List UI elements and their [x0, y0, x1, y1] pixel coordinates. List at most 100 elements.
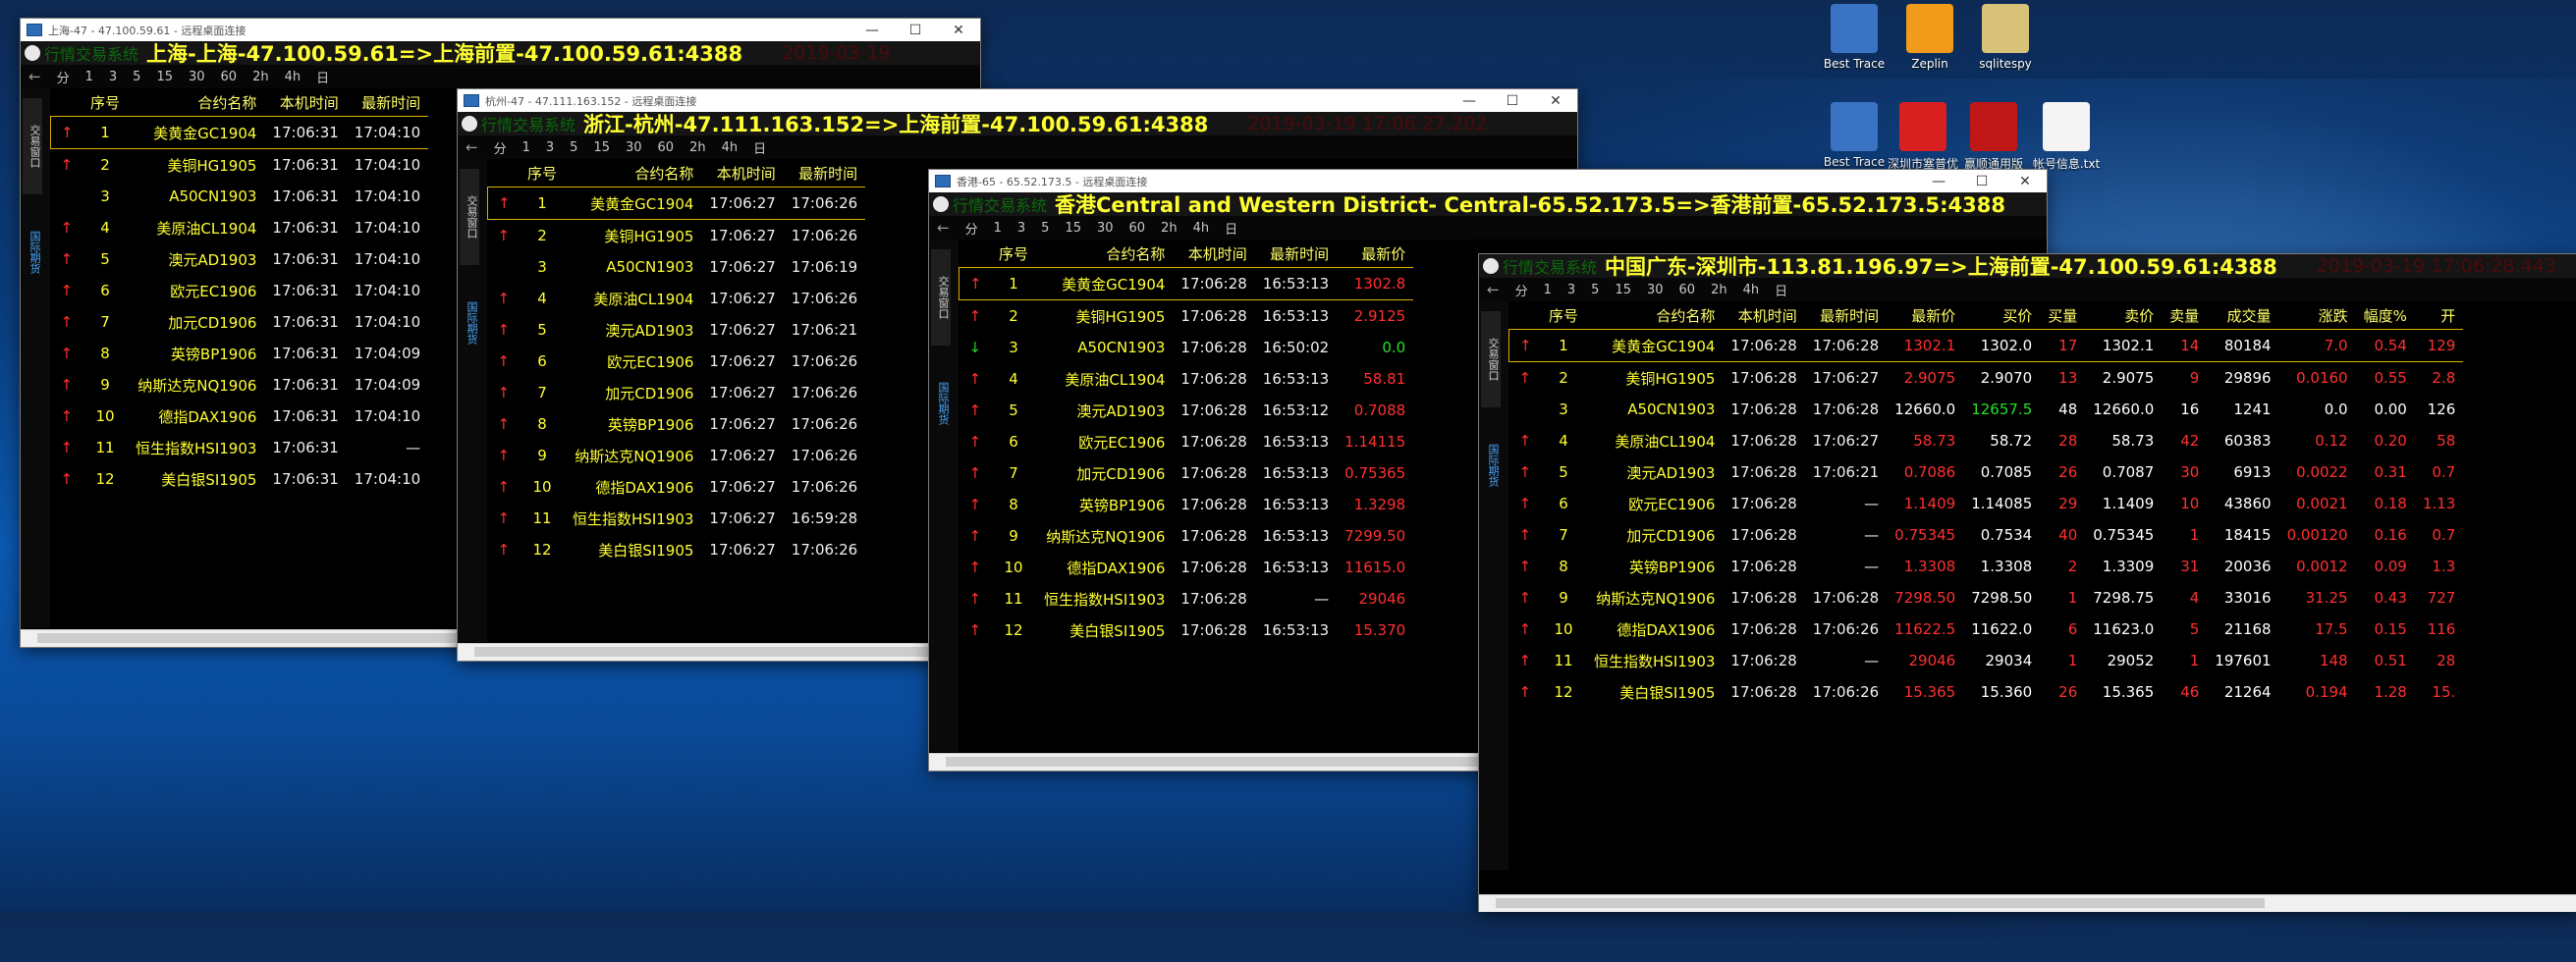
desktop-icon[interactable]: Best Trace — [1815, 102, 1893, 169]
window-titlebar[interactable]: 上海-47 - 47.100.59.61 - 远程桌面连接 — ☐ ✕ — [21, 19, 980, 41]
column-header[interactable]: 最新价 — [1337, 240, 1413, 268]
column-header[interactable]: 卖量 — [2162, 301, 2207, 330]
timeframe-button[interactable]: 15 — [1065, 221, 1081, 236]
back-arrow-icon[interactable]: ← — [1487, 281, 1500, 298]
timeframe-button[interactable]: 60 — [1129, 221, 1146, 236]
column-header[interactable]: 合约名称 — [1036, 240, 1173, 268]
minimize-button[interactable]: — — [1448, 93, 1491, 109]
timeframe-button[interactable]: 日 — [753, 138, 766, 157]
table-row[interactable]: ↑ 12 美白银SI1905 17:06:31 17:04:10 — [51, 463, 429, 495]
maximize-button[interactable]: ☐ — [894, 23, 937, 38]
timeframe-button[interactable]: 4h — [722, 140, 739, 155]
table-row[interactable]: ↑ 5 澳元AD1903 17:06:27 17:06:21 — [488, 314, 866, 346]
timeframe-button[interactable]: 30 — [1647, 283, 1664, 297]
column-header[interactable]: 本机时间 — [701, 159, 783, 187]
timeframe-button[interactable]: 日 — [1775, 281, 1787, 299]
table-row[interactable]: ↑ 5 澳元AD1903 17:06:28 16:53:12 0.7088 — [959, 395, 1414, 426]
rdp-window-shenzhen[interactable]: 行情交易系统 中国广东-深圳市-113.81.196.97=>上海前置-47.10… — [1478, 253, 2576, 912]
timeframe-button[interactable]: 60 — [221, 70, 238, 84]
tab-intl-futures[interactable]: 国际期货 — [1481, 427, 1501, 504]
table-row[interactable]: ↑ 11 恒生指数HSI1903 17:06:28 — 29046 29034 1 29052 1… — [1509, 645, 2464, 676]
table-row[interactable]: ↑ 8 英镑BP1906 17:06:28 16:53:13 1.3298 — [959, 489, 1414, 520]
desktop-icon[interactable]: 帐号信息.txt — [2027, 102, 2106, 172]
tab-intl-futures[interactable]: 国际期货 — [23, 214, 42, 291]
table-row[interactable]: ↑ 6 欧元EC1906 17:06:28 16:53:13 1.14115 — [959, 426, 1414, 457]
column-header[interactable]: 本机时间 — [1723, 301, 1804, 330]
timeframe-button[interactable]: 60 — [1679, 283, 1696, 297]
timeframe-button[interactable]: 60 — [658, 140, 675, 155]
timeframe-button[interactable]: 3 — [109, 70, 117, 84]
table-row[interactable]: ↑ 8 英镑BP1906 17:06:28 — 1.3308 1.3308 2 1.3309 31… — [1509, 551, 2464, 582]
column-header[interactable]: 本机时间 — [1173, 240, 1254, 268]
table-row[interactable]: ↑ 8 英镑BP1906 17:06:27 17:06:26 — [488, 408, 866, 440]
table-row[interactable]: ↑ 1 美黄金GC1904 17:06:27 17:06:26 — [487, 187, 866, 220]
table-row[interactable]: ↑ 6 欧元EC1906 17:06:31 17:04:10 — [51, 275, 429, 306]
table-row[interactable]: ↑ 5 澳元AD1903 17:06:31 17:04:10 — [51, 243, 429, 275]
column-header[interactable]: 序号 — [82, 88, 128, 117]
table-row[interactable]: ↑ 1 美黄金GC1904 17:06:28 16:53:13 1302.8 — [959, 267, 1414, 300]
tab-trade-window[interactable]: 交易窗口 — [931, 249, 951, 346]
table-row[interactable]: 3 A50CN1903 17:06:28 17:06:28 12660.0 12657.5… — [1509, 394, 2464, 425]
table-row[interactable]: ↑ 10 德指DAX1906 17:06:28 17:06:26 11622.5 11622… — [1509, 614, 2464, 645]
table-row[interactable]: ↑ 5 澳元AD1903 17:06:28 17:06:21 0.7086 0.7085 26… — [1509, 456, 2464, 488]
column-header[interactable]: 最新时间 — [1255, 240, 1337, 268]
back-arrow-icon[interactable]: ← — [937, 219, 950, 237]
column-header[interactable]: 买价 — [1963, 301, 2040, 330]
timeframe-button[interactable]: 2h — [1161, 221, 1178, 236]
column-header[interactable]: 最新时间 — [1805, 301, 1887, 330]
column-header[interactable]: 最新时间 — [784, 159, 865, 187]
column-header[interactable]: 序号 — [991, 240, 1036, 268]
desktop-icon[interactable]: Zeplin — [1891, 4, 1969, 71]
table-row[interactable]: ↑ 9 纳斯达克NQ1906 17:06:28 16:53:13 7299.50 — [959, 520, 1414, 552]
column-header[interactable]: 买量 — [2040, 301, 2085, 330]
timeframe-button[interactable]: 30 — [189, 70, 205, 84]
window-titlebar[interactable]: 香港-65 - 65.52.173.5 - 远程桌面连接 — ☐ ✕ — [929, 170, 2047, 192]
desktop-icon[interactable]: 赢顺通用版 — [1954, 102, 2033, 172]
timeframe-button[interactable]: 1 — [522, 140, 530, 155]
table-row[interactable]: ↑ 11 恒生指数HSI1903 17:06:31 — — [51, 432, 429, 463]
table-row[interactable]: ↑ 4 美原油CL1904 17:06:28 17:06:27 58.73 58.72 28 5… — [1509, 425, 2464, 456]
timeframe-button[interactable]: 3 — [1017, 221, 1025, 236]
table-row[interactable]: ↑ 2 美铜HG1905 17:06:27 17:06:26 — [488, 220, 866, 252]
column-header[interactable]: 涨跌 — [2279, 301, 2356, 330]
table-row[interactable]: ↑ 4 美原油CL1904 17:06:27 17:06:26 — [488, 283, 866, 314]
table-row[interactable]: ↑ 6 欧元EC1906 17:06:27 17:06:26 — [488, 346, 866, 377]
timeframe-button[interactable]: 2h — [689, 140, 706, 155]
table-row[interactable]: ↑ 7 加元CD1906 17:06:28 16:53:13 0.75365 — [959, 457, 1414, 489]
timeframe-button[interactable]: 2h — [252, 70, 269, 84]
timeframe-button[interactable]: 分 — [1515, 281, 1528, 299]
table-row[interactable]: ↑ 12 美白银SI1905 17:06:28 16:53:13 15.370 — [959, 615, 1414, 646]
timeframe-button[interactable]: 分 — [965, 219, 978, 238]
table-row[interactable]: ↑ 2 美铜HG1905 17:06:28 16:53:13 2.9125 — [959, 300, 1414, 333]
timeframe-button[interactable]: 分 — [494, 138, 507, 157]
close-button[interactable]: ✕ — [2003, 174, 2047, 189]
maximize-button[interactable]: ☐ — [1491, 93, 1534, 109]
column-header[interactable]: 合约名称 — [1586, 301, 1723, 330]
timeframe-button[interactable]: 15 — [593, 140, 610, 155]
table-row[interactable]: ↑ 10 德指DAX1906 17:06:28 16:53:13 11615.0 — [959, 552, 1414, 583]
window-titlebar[interactable]: 杭州-47 - 47.111.163.152 - 远程桌面连接 — ☐ ✕ — [458, 89, 1577, 112]
column-header[interactable]: 序号 — [520, 159, 565, 187]
timeframe-button[interactable]: 5 — [1041, 221, 1049, 236]
column-header[interactable]: 最新时间 — [347, 88, 428, 117]
timeframe-button[interactable]: 1 — [994, 221, 1002, 236]
close-button[interactable]: ✕ — [937, 23, 980, 38]
timeframe-button[interactable]: 5 — [1591, 283, 1599, 297]
timeframe-button[interactable]: 30 — [626, 140, 642, 155]
minimize-button[interactable]: — — [850, 23, 894, 38]
timeframe-button[interactable]: 分 — [57, 68, 70, 86]
table-row[interactable]: ↑ 8 英镑BP1906 17:06:31 17:04:09 — [51, 338, 429, 369]
scrollbar-thumb[interactable] — [1496, 898, 2265, 908]
timeframe-button[interactable]: 3 — [1567, 283, 1575, 297]
back-arrow-icon[interactable]: ← — [466, 138, 478, 156]
tab-trade-window[interactable]: 交易窗口 — [23, 98, 42, 194]
desktop-icon[interactable]: Best Trace — [1815, 4, 1893, 71]
column-header[interactable]: 幅度% — [2356, 301, 2415, 330]
table-row[interactable]: ↑ 10 德指DAX1906 17:06:27 17:06:26 — [488, 471, 866, 503]
tab-trade-window[interactable]: 交易窗口 — [460, 169, 479, 265]
table-row[interactable]: ↑ 11 恒生指数HSI1903 17:06:27 16:59:28 — [488, 503, 866, 534]
tab-intl-futures[interactable]: 国际期货 — [460, 285, 479, 361]
tab-intl-futures[interactable]: 国际期货 — [931, 365, 951, 442]
table-row[interactable]: ↑ 7 加元CD1906 17:06:31 17:04:10 — [51, 306, 429, 338]
timeframe-button[interactable]: 4h — [285, 70, 301, 84]
